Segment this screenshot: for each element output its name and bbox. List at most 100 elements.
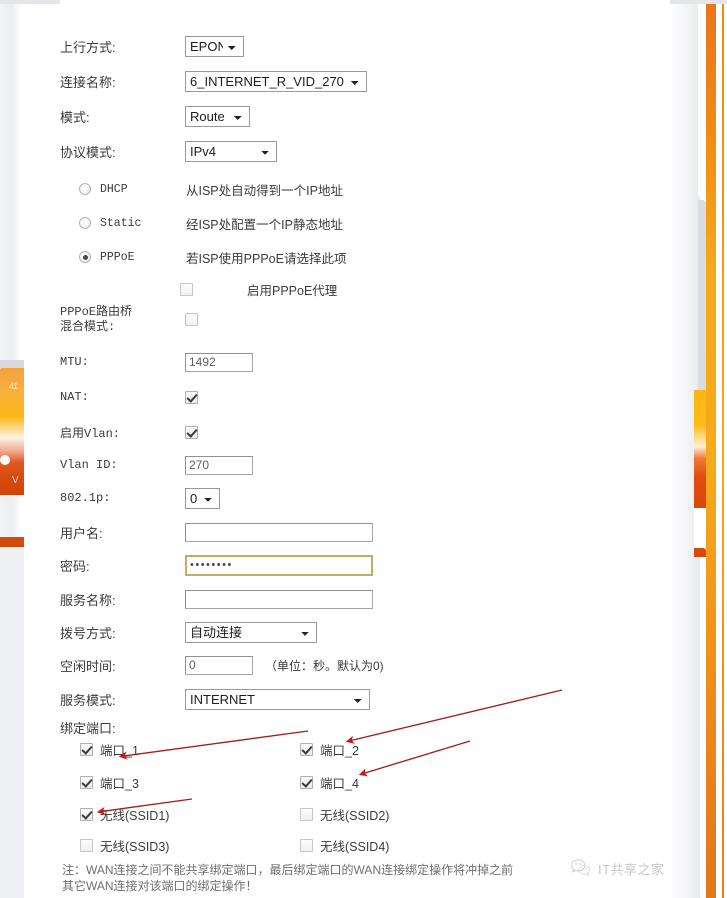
static-description: 经ISP处配置一个IP静态地址 [186, 217, 343, 232]
pppoe-bridge-mode-label-line1: PPPoE路由桥 [60, 305, 133, 319]
password-label: 密码: [60, 558, 90, 574]
left-lower-strip [0, 547, 24, 898]
enable-vlan-checkbox[interactable] [185, 425, 198, 439]
watermark-text: IT共享之家 [598, 861, 665, 877]
enable-vlan-label: 启用Vlan: [60, 426, 121, 441]
right-orange-banner [694, 390, 706, 508]
dhcp-radio[interactable] [79, 183, 91, 195]
radio-row-pppoe[interactable]: PPPoE 若ISP使用PPPoE请选择此项 [60, 242, 346, 272]
pppoe-label: PPPoE [100, 250, 135, 264]
password-input[interactable] [185, 554, 373, 576]
uplink-mode-select[interactable]: EPON [185, 35, 244, 57]
pppoe-bridge-mode-label-line2: 混合模式: [60, 320, 116, 334]
row-mode: 模式: Route [60, 99, 620, 133]
row-connection-name: 连接名称: 6_INTERNET_R_VID_270 [60, 64, 620, 98]
left-banner-glyph-a: 41 [8, 381, 18, 391]
row-pppoe-proxy: 启用PPPoE代理 [180, 280, 337, 299]
connection-name-select[interactable]: 6_INTERNET_R_VID_270 [185, 70, 367, 92]
wechat-icon [570, 857, 592, 879]
row-idle-time: 空闲时间: （单位：秒。默认为0) [60, 648, 620, 682]
left-orange-bar [0, 537, 24, 547]
right-orange-cap [694, 548, 706, 557]
bind-port-item-ssid1[interactable]: 无线(SSID1) [80, 805, 169, 824]
port-2-label: 端口_2 [320, 744, 359, 758]
mtu-label: MTU: [60, 355, 89, 369]
row-mtu: MTU: [60, 345, 620, 379]
protocol-mode-select[interactable]: IPv4 [185, 140, 277, 162]
vlan-id-label: Vlan ID: [60, 458, 118, 472]
bind-port-note-line2: 其它WAN连接对该端口的绑定操作！ [62, 879, 258, 893]
ssid1-checkbox[interactable] [80, 808, 93, 821]
idle-time-unit: （单位：秒。默认为0) [265, 658, 384, 673]
connection-name-label: 连接名称: [60, 74, 116, 90]
bind-port-item-4[interactable]: 端口_4 [300, 773, 359, 792]
static-label: Static [100, 216, 142, 230]
left-banner-dot [0, 455, 10, 465]
right-banner-gap [694, 508, 706, 548]
bind-port-item-ssid2[interactable]: 无线(SSID2) [300, 805, 389, 824]
ssid4-label: 无线(SSID4) [320, 840, 390, 854]
dhcp-label: DHCP [100, 182, 128, 196]
ssid1-label: 无线(SSID1) [100, 809, 170, 823]
bind-port-note-line1: 注：WAN连接之间不能共享绑定端口，最后绑定端口的WAN连接绑定操作将冲掉之前 [62, 863, 514, 877]
nat-checkbox[interactable] [185, 390, 198, 404]
bind-port-item-3[interactable]: 端口_3 [80, 773, 139, 792]
row-dial-mode: 拨号方式: 自动连接 [60, 615, 620, 649]
pppoe-bridge-mode-checkbox[interactable] [185, 313, 198, 326]
protocol-mode-label: 协议模式: [60, 144, 116, 160]
dot1p-label: 802.1p: [60, 491, 111, 505]
pppoe-radio[interactable] [79, 251, 91, 263]
row-pppoe-bridge-mode: PPPoE路由桥 混合模式: [60, 305, 620, 335]
username-input[interactable] [185, 522, 373, 542]
right-gray-column [698, 200, 706, 390]
dhcp-description: 从ISP处自动得到一个IP地址 [186, 183, 343, 198]
bind-port-item-1[interactable]: 端口_1 [80, 740, 139, 759]
pppoe-proxy-checkbox[interactable] [180, 283, 193, 296]
right-thin-accent-line [722, 0, 724, 898]
service-mode-select[interactable]: INTERNET [185, 688, 370, 710]
idle-time-input[interactable] [185, 655, 253, 675]
idle-time-label: 空闲时间: [60, 658, 116, 674]
radio-row-static[interactable]: Static 经ISP处配置一个IP静态地址 [60, 208, 343, 238]
service-name-input[interactable] [185, 589, 373, 609]
right-orange-band [706, 0, 716, 898]
row-protocol-mode: 协议模式: IPv4 [60, 134, 620, 168]
uplink-mode-label: 上行方式: [60, 39, 116, 55]
dot1p-select[interactable]: 0 [185, 487, 220, 509]
port-3-checkbox[interactable] [80, 776, 93, 789]
vlan-id-input[interactable] [185, 455, 253, 475]
static-radio[interactable] [79, 217, 91, 229]
username-label: 用户名: [60, 525, 103, 541]
ssid3-checkbox[interactable] [80, 839, 93, 852]
ssid4-checkbox[interactable] [300, 839, 313, 852]
bind-port-item-ssid3[interactable]: 无线(SSID3) [80, 836, 169, 855]
bind-port-item-2[interactable]: 端口_2 [300, 740, 359, 759]
dial-mode-select[interactable]: 自动连接 [185, 621, 317, 643]
port-1-checkbox[interactable] [80, 743, 93, 756]
bind-port-item-ssid4[interactable]: 无线(SSID4) [300, 836, 389, 855]
right-top-notch [698, 0, 706, 196]
row-password: 密码: [60, 548, 620, 582]
screenshot-root: 41 V 上行方式: EPON 连接名称: 6_INTERNET_R_VID_2… [0, 0, 727, 898]
row-service-mode: 服务模式: INTERNET [60, 682, 620, 716]
row-nat: NAT: [60, 380, 620, 414]
row-enable-vlan: 启用Vlan: [60, 415, 620, 449]
mode-label: 模式: [60, 109, 90, 125]
wan-connection-form: 上行方式: EPON 连接名称: 6_INTERNET_R_VID_270 模式… [60, 0, 670, 898]
port-2-checkbox[interactable] [300, 743, 313, 756]
radio-row-dhcp[interactable]: DHCP 从ISP处自动得到一个IP地址 [60, 174, 343, 204]
left-banner-glyph-b: V [12, 475, 19, 486]
watermark: IT共享之家 [570, 857, 665, 879]
row-username: 用户名: [60, 515, 620, 549]
bind-port-note: 注：WAN连接之间不能共享绑定端口，最后绑定端口的WAN连接绑定操作将冲掉之前 … [62, 862, 532, 894]
mode-select[interactable]: Route [185, 105, 250, 127]
pppoe-bridge-mode-label: PPPoE路由桥 混合模式: [60, 305, 185, 335]
ssid3-label: 无线(SSID3) [100, 840, 170, 854]
mtu-input[interactable] [185, 352, 253, 372]
ssid2-checkbox[interactable] [300, 808, 313, 821]
pppoe-description: 若ISP使用PPPoE请选择此项 [186, 251, 347, 266]
pppoe-proxy-label: 启用PPPoE代理 [247, 284, 338, 298]
service-name-label: 服务名称: [60, 592, 116, 608]
port-4-checkbox[interactable] [300, 776, 313, 789]
row-uplink-mode: 上行方式: EPON [60, 29, 620, 63]
